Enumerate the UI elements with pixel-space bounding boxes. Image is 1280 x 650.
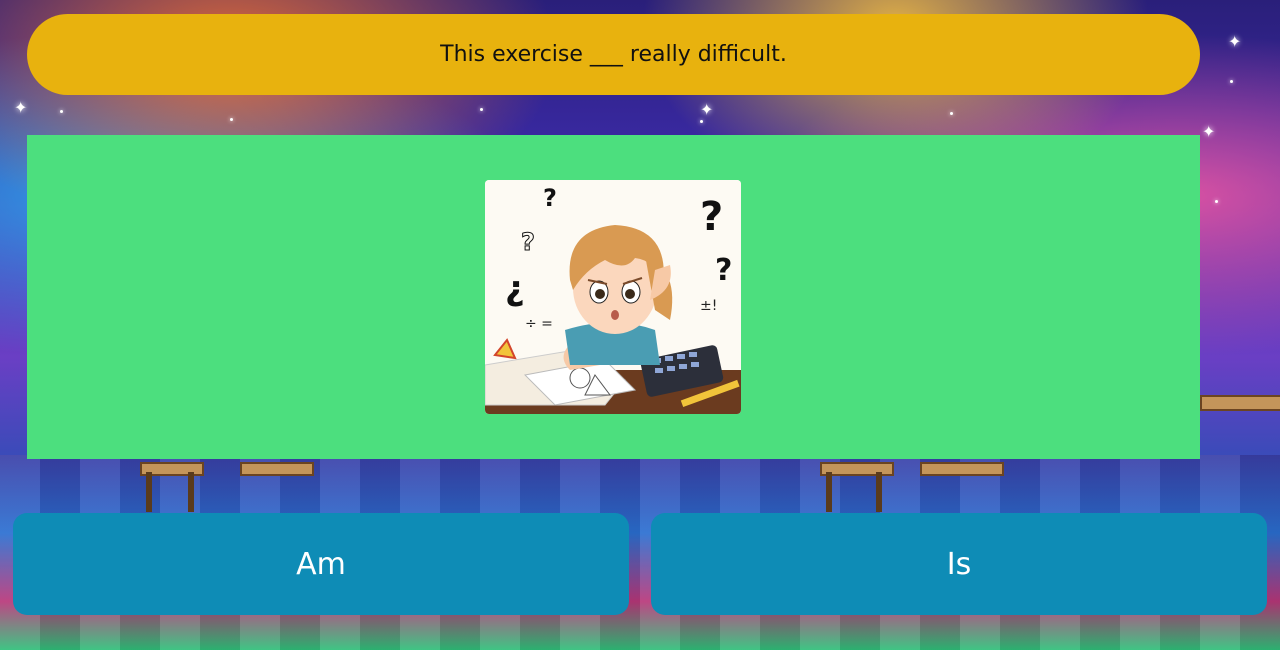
star-decoration [60, 110, 63, 113]
star-decoration [950, 112, 953, 115]
star-decoration [480, 108, 483, 111]
desk-decoration [920, 462, 1004, 476]
svg-text:?: ? [715, 253, 732, 288]
star-decoration [230, 118, 233, 121]
sparkle-icon: ✦ [1202, 122, 1216, 141]
answer-button-is[interactable]: Is [651, 513, 1267, 615]
star-decoration [1230, 80, 1233, 83]
answer-label: Is [946, 546, 972, 582]
answer-button-am[interactable]: Am [13, 513, 629, 615]
desk-leg [146, 472, 152, 512]
confused-child-drawing: ? ? ? ? ¿ ÷ = ±! [485, 180, 741, 414]
svg-text:?: ? [700, 194, 723, 240]
sparkle-icon: ✦ [14, 98, 28, 117]
desk-leg [188, 472, 194, 512]
sparkle-icon: ✦ [700, 100, 714, 119]
svg-text:÷ =: ÷ = [525, 316, 553, 332]
question-bar: This exercise ___ really difficult. [27, 14, 1200, 95]
desk-leg [876, 472, 882, 512]
svg-text:?: ? [543, 184, 557, 212]
desk-decoration [240, 462, 314, 476]
svg-text:?: ? [521, 228, 535, 256]
sparkle-icon: ✦ [1228, 32, 1242, 51]
answer-label: Am [296, 546, 346, 582]
svg-text:¿: ¿ [505, 269, 525, 309]
star-decoration [1215, 200, 1218, 203]
image-panel: ? ? ? ? ¿ ÷ = ±! [27, 135, 1200, 459]
desk-decoration [1200, 395, 1280, 411]
confused-child-illustration: ? ? ? ? ¿ ÷ = ±! [485, 180, 741, 414]
svg-text:±!: ±! [700, 298, 717, 314]
star-decoration [700, 120, 703, 123]
question-text: This exercise ___ really difficult. [440, 42, 787, 67]
desk-leg [826, 472, 832, 512]
